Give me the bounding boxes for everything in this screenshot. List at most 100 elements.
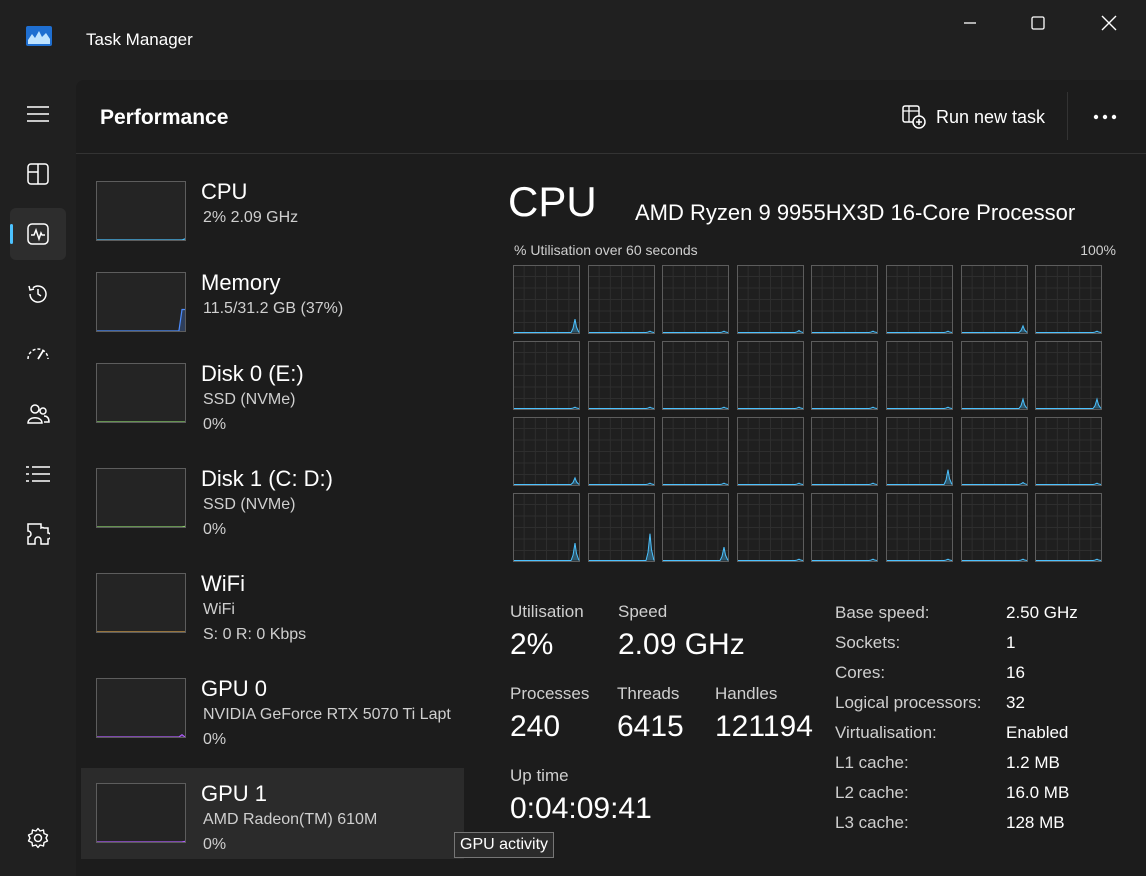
services-icon	[27, 523, 50, 545]
logical-processor-graph	[811, 417, 879, 486]
logical-processor-graph	[960, 265, 1028, 334]
utilisation-label: Utilisation	[510, 602, 584, 621]
nav-settings[interactable]	[10, 812, 66, 864]
logical-processor-graph	[587, 265, 655, 334]
logical-processor-graph	[1035, 265, 1103, 334]
uptime-value: 0:04:09:41	[510, 792, 652, 825]
window-title: Task Manager	[86, 30, 193, 49]
resource-item-gpu-1[interactable]: GPU 1 AMD Radeon(TM) 610M 0%	[81, 768, 464, 859]
processes-value: 240	[510, 710, 561, 743]
resource-item-gpu-0[interactable]: GPU 0 NVIDIA GeForce RTX 5070 Ti Lapt 0%	[81, 663, 464, 754]
nav-users[interactable]	[10, 388, 66, 440]
logical-processor-graph	[811, 265, 879, 334]
resource-title: Disk 0 (E:)	[201, 361, 304, 386]
header-divider	[1067, 92, 1068, 140]
spec-value-l1-cache: 1.2 MB	[1006, 753, 1060, 772]
run-new-task-label: Run new task	[936, 106, 1046, 127]
wifi-thumbnail-graph	[96, 573, 186, 633]
cpu-detail-panel: CPU AMD Ryzen 9 9955HX3D 16-Core Process…	[506, 166, 1146, 876]
speed-label: Speed	[618, 602, 668, 621]
uptime-label: Up time	[510, 766, 569, 785]
logical-processor-graph	[886, 493, 953, 562]
resource-item-disk-1[interactable]: Disk 1 (C: D:) SSD (NVMe) 0%	[81, 453, 464, 544]
logical-processor-graph	[960, 341, 1028, 410]
spec-label-l1-cache: L1 cache:	[835, 753, 909, 772]
page-title: Performance	[100, 106, 229, 129]
nav-services[interactable]	[10, 508, 66, 560]
logical-processor-graph	[736, 417, 804, 486]
logical-processor-graph	[886, 417, 953, 486]
logical-processor-graph	[886, 341, 953, 410]
resource-value: S: 0 R: 0 Kbps	[203, 626, 307, 643]
maximize-button[interactable]	[1018, 10, 1058, 36]
utilisation-graph-label: % Utilisation over 60 seconds	[514, 242, 698, 258]
resource-title: GPU 1	[201, 781, 268, 806]
resource-subtitle: SSD (NVMe)	[203, 391, 296, 408]
disk-0-thumbnail-graph	[96, 363, 186, 423]
more-options-icon	[1093, 114, 1117, 120]
resource-item-wifi[interactable]: WiFi WiFi S: 0 R: 0 Kbps	[81, 558, 464, 649]
spec-value-virtualisation: Enabled	[1006, 723, 1069, 742]
run-new-task-button[interactable]: Run new task	[896, 100, 1051, 134]
close-button[interactable]	[1089, 10, 1129, 36]
resource-title: Disk 1 (C: D:)	[201, 466, 333, 491]
logical-processor-graph	[662, 417, 730, 486]
logical-processor-graph	[960, 417, 1028, 486]
spec-value-logical-processors: 32	[1006, 693, 1025, 712]
resource-subtitle: AMD Radeon(TM) 610M	[203, 811, 378, 828]
resource-item-memory[interactable]: Memory 11.5/31.2 GB (37%)	[81, 257, 464, 348]
handles-label: Handles	[715, 684, 778, 703]
spec-value-cores: 16	[1006, 663, 1025, 682]
settings-icon	[27, 827, 49, 849]
nav-processes[interactable]	[10, 148, 66, 200]
sparkline	[97, 525, 185, 527]
logical-processor-graph	[811, 341, 879, 410]
sparkline-fill	[97, 309, 185, 331]
threads-value: 6415	[617, 710, 684, 743]
spec-label-sockets: Sockets:	[835, 633, 901, 652]
spec-value-l3-cache: 128 MB	[1006, 813, 1065, 832]
nav-performance[interactable]	[10, 208, 66, 260]
resource-value: 0%	[203, 416, 227, 433]
maximize-icon	[1031, 16, 1045, 30]
minimize-button[interactable]	[950, 10, 990, 36]
processor-name: AMD Ryzen 9 9955HX3D 16-Core Processor	[635, 200, 1076, 225]
logical-processor-graph	[662, 341, 730, 410]
utilisation-graph-max: 100%	[1080, 242, 1116, 258]
resource-item-disk-0[interactable]: Disk 0 (E:) SSD (NVMe) 0%	[81, 348, 464, 439]
logical-processor-graph	[662, 265, 730, 334]
header-separator	[76, 153, 1146, 154]
cpu-thumbnail-graph	[96, 181, 186, 241]
resource-title: Memory	[201, 270, 281, 295]
resource-title: GPU 0	[201, 676, 268, 701]
sparkline	[97, 308, 185, 331]
nav-app-history[interactable]	[10, 268, 66, 320]
nav-details[interactable]	[10, 448, 66, 500]
spec-value-l2-cache: 16.0 MB	[1006, 783, 1070, 802]
nav-startup-apps[interactable]	[10, 328, 66, 380]
startup-apps-icon	[27, 348, 49, 360]
logical-processor-graph	[513, 265, 580, 334]
logical-processor-graph	[886, 265, 953, 334]
logical-processor-graph	[513, 493, 580, 562]
spec-label-l3-cache: L3 cache:	[835, 813, 909, 832]
processes-icon	[27, 163, 49, 185]
logical-processor-graph	[1035, 493, 1103, 562]
resource-title: CPU	[201, 179, 248, 204]
title-bar[interactable]: Task Manager	[0, 0, 1146, 80]
logical-processor-graph	[1035, 417, 1103, 486]
logical-processor-graph	[736, 265, 804, 334]
hamburger-menu-button[interactable]	[10, 88, 66, 140]
spec-label-cores: Cores:	[835, 663, 886, 682]
close-icon	[1101, 15, 1117, 31]
task-manager-app-icon	[26, 26, 52, 46]
logical-processor-graph	[1035, 341, 1103, 410]
resource-value: 0%	[203, 836, 227, 853]
app-history-icon	[28, 285, 47, 303]
resource-item-cpu[interactable]: CPU 2% 2.09 GHz	[81, 166, 464, 257]
spec-label-l2-cache: L2 cache:	[835, 783, 909, 802]
detail-heading: CPU	[508, 178, 597, 225]
more-options-button[interactable]	[1086, 100, 1124, 134]
memory-thumbnail-graph	[96, 272, 186, 332]
minimize-icon	[964, 22, 976, 24]
